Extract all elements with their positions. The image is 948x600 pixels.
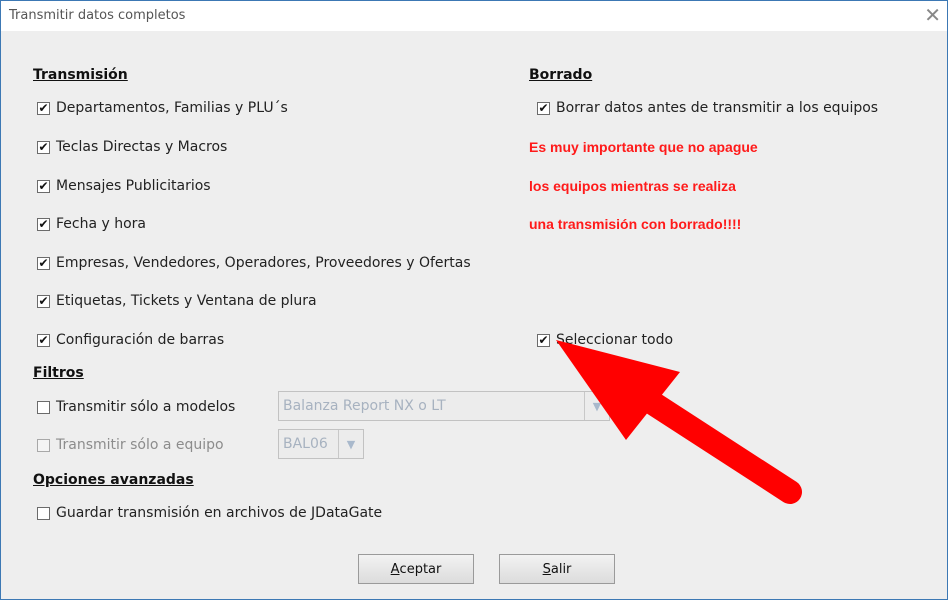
checkbox-row-equipo[interactable]: Transmitir sólo a equipo <box>37 434 224 456</box>
filtros-heading: Filtros <box>33 365 84 381</box>
checkbox-row-guardar[interactable]: Guardar transmisión en archivos de JData… <box>37 502 382 524</box>
checkbox-row-configuracion[interactable]: ✔ Configuración de barras <box>37 329 224 351</box>
warning-line-2: los equipos mientras se realiza <box>529 178 736 194</box>
checkbox-row-modelos[interactable]: Transmitir sólo a modelos <box>37 396 235 418</box>
check-icon[interactable]: ✔ <box>37 333 50 347</box>
checkbox-row-borrar[interactable]: ✔ Borrar datos antes de transmitir a los… <box>537 97 878 119</box>
modelos-select-value: Balanza Report NX o LT <box>283 398 446 414</box>
checkbox-label: Fecha y hora <box>56 216 147 232</box>
checkbox-row-teclas[interactable]: ✔ Teclas Directas y Macros <box>37 136 227 158</box>
borrado-heading: Borrado <box>529 67 593 83</box>
warning-line-1: Es muy importante que no apague <box>529 139 758 155</box>
checkbox-empty[interactable] <box>37 438 50 452</box>
title-bar: Transmitir datos completos ✕ <box>1 1 947 31</box>
salir-mnemonic: S <box>542 561 551 577</box>
checkbox-label: Teclas Directas y Macros <box>56 139 228 155</box>
checkbox-label: Borrar datos antes de transmitir a los e… <box>556 100 879 116</box>
checkbox-row-mensajes[interactable]: ✔ Mensajes Publicitarios <box>37 175 211 197</box>
aceptar-mnemonic: A <box>390 561 400 577</box>
checkbox-row-etiquetas[interactable]: ✔ Etiquetas, Tickets y Ventana de plura <box>37 290 317 312</box>
checkbox-label: Configuración de barras <box>56 332 225 348</box>
checkbox-label: Guardar transmisión en archivos de JData… <box>56 505 383 521</box>
aceptar-button[interactable]: Aceptar <box>358 554 474 584</box>
checkbox-label: Departamentos, Familias y PLU´s <box>56 100 288 116</box>
checkbox-label: Mensajes Publicitarios <box>56 178 211 194</box>
salir-rest: alir <box>550 561 572 577</box>
close-icon[interactable]: ✕ <box>924 3 941 27</box>
check-icon[interactable]: ✔ <box>37 294 50 308</box>
check-icon[interactable]: ✔ <box>37 140 50 154</box>
equipo-select-value: BAL06 <box>283 436 328 452</box>
checkbox-row-departamentos[interactable]: ✔ Departamentos, Familias y PLU´s <box>37 97 288 119</box>
chevron-down-icon[interactable]: ▼ <box>338 430 363 458</box>
check-icon[interactable]: ✔ <box>537 101 550 115</box>
checkbox-label: Etiquetas, Tickets y Ventana de plura <box>56 293 317 309</box>
check-icon[interactable]: ✔ <box>537 333 550 347</box>
equipo-select[interactable]: BAL06 ▼ <box>278 429 364 459</box>
dialog-window: Transmitir datos completos ✕ Transmisión… <box>0 0 948 600</box>
warning-line-3: una transmisión con borrado!!!! <box>529 216 742 232</box>
checkbox-label: Empresas, Vendedores, Operadores, Provee… <box>56 255 471 271</box>
check-icon[interactable]: ✔ <box>37 101 50 115</box>
transmision-heading: Transmisión <box>33 67 128 83</box>
check-icon[interactable]: ✔ <box>37 256 50 270</box>
checkbox-label: Transmitir sólo a equipo <box>56 437 224 453</box>
checkbox-label: Transmitir sólo a modelos <box>56 399 236 415</box>
checkbox-row-empresas[interactable]: ✔ Empresas, Vendedores, Operadores, Prov… <box>37 252 471 274</box>
checkbox-empty[interactable] <box>37 400 50 414</box>
avanzadas-heading: Opciones avanzadas <box>33 472 194 488</box>
window-title: Transmitir datos completos <box>9 8 186 23</box>
checkbox-label: Seleccionar todo <box>556 332 674 348</box>
chevron-down-icon[interactable]: ▼ <box>584 392 609 420</box>
modelos-select[interactable]: Balanza Report NX o LT ▼ <box>278 391 610 421</box>
checkbox-row-seleccionar-todo[interactable]: ✔ Seleccionar todo <box>537 329 673 351</box>
checkbox-empty[interactable] <box>37 506 50 520</box>
salir-button[interactable]: Salir <box>499 554 615 584</box>
check-icon[interactable]: ✔ <box>37 217 50 231</box>
check-icon[interactable]: ✔ <box>37 179 50 193</box>
checkbox-row-fecha[interactable]: ✔ Fecha y hora <box>37 213 146 235</box>
aceptar-rest: ceptar <box>399 561 442 577</box>
